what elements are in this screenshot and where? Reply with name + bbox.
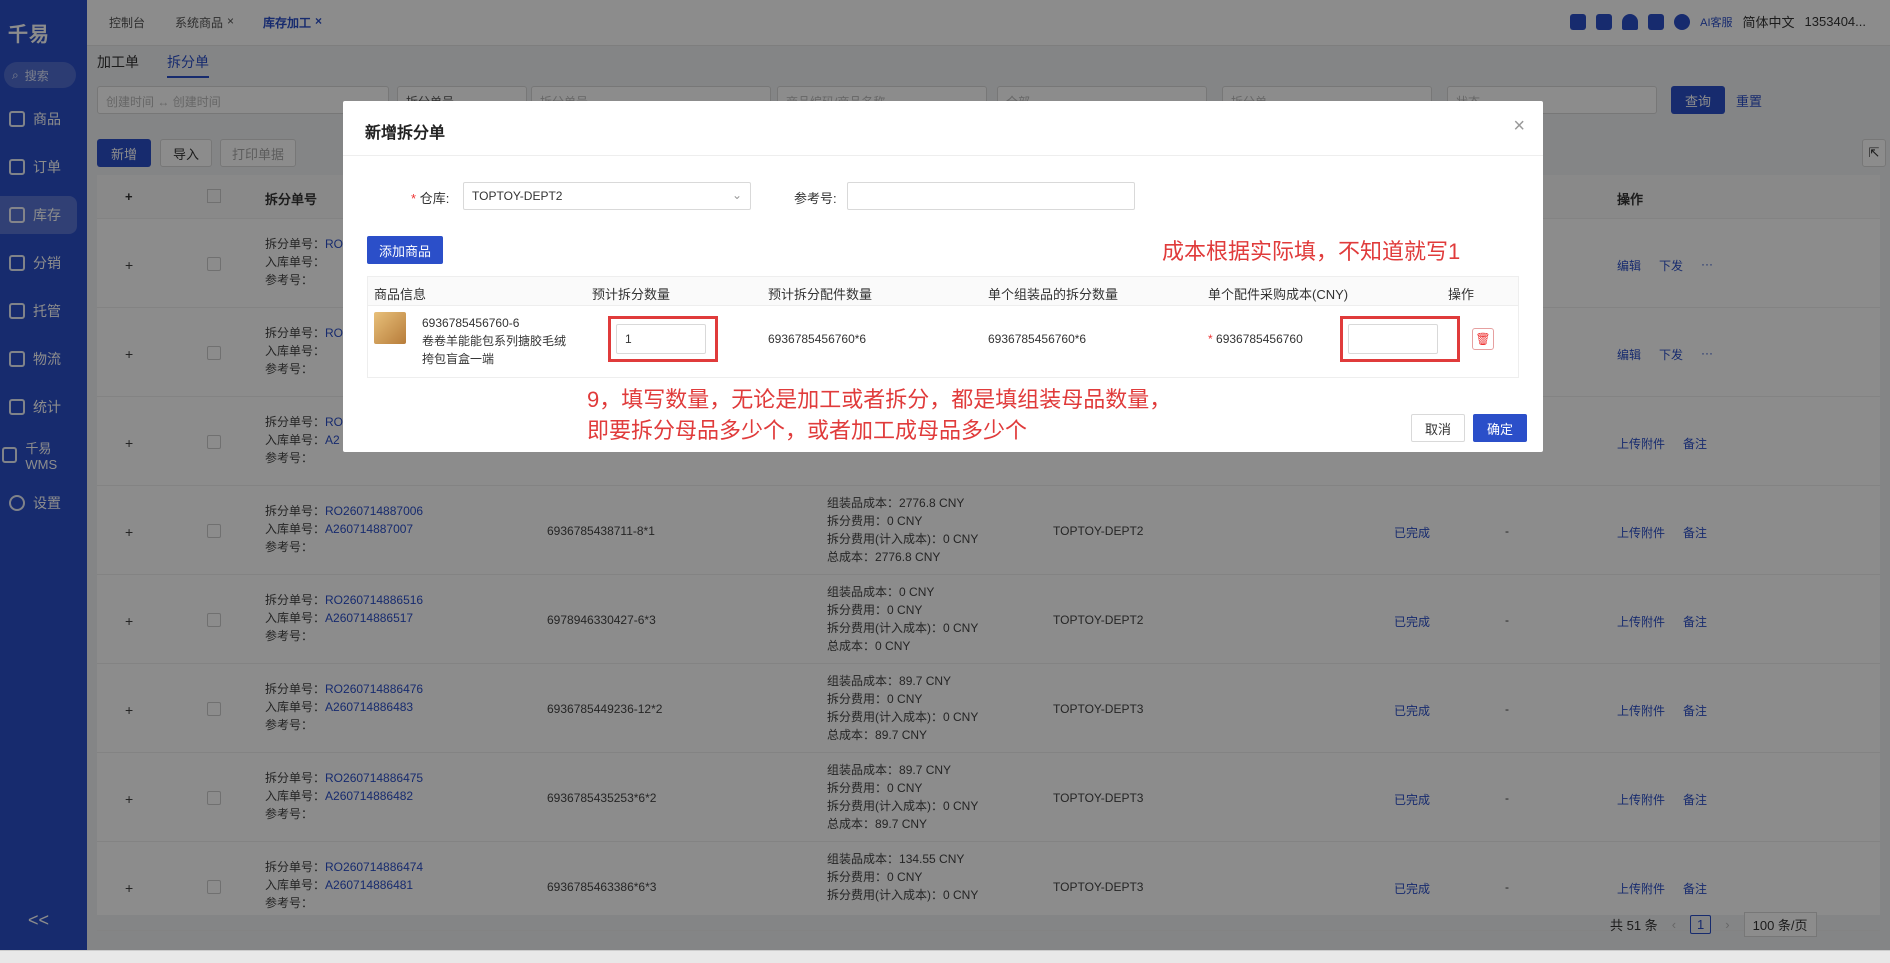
- reference-input[interactable]: [847, 182, 1135, 210]
- column-ops: 操作: [1448, 287, 1475, 302]
- column-unit-cost: 单个配件采购成本(CNY): [1208, 287, 1349, 302]
- trash-icon[interactable]: 🗑: [1472, 328, 1494, 350]
- product-table-header: 商品信息 预计拆分数量 预计拆分配件数量 单个组装品的拆分数量 单个配件采购成本…: [367, 276, 1519, 306]
- annotation-cost-note: 成本根据实际填，不知道就写1: [1162, 239, 1461, 264]
- taskbar-strip: [0, 950, 1890, 963]
- warehouse-label: * 仓库:: [411, 191, 450, 206]
- product-info: 6936785456760-6 卷卷羊能能包系列搪胶毛绒 挎包盲盒一端: [422, 316, 567, 366]
- cost-code: * 6936785456760: [1208, 332, 1303, 346]
- reference-label: 参考号:: [794, 191, 837, 206]
- divider: [343, 155, 1543, 156]
- cancel-button[interactable]: 取消: [1411, 414, 1465, 442]
- unit-cost-input[interactable]: [1348, 324, 1438, 354]
- product-row: 6936785456760-6 卷卷羊能能包系列搪胶毛绒 挎包盲盒一端 1 69…: [367, 306, 1519, 378]
- chevron-down-icon: ⌄: [731, 188, 742, 202]
- column-product-info: 商品信息: [374, 287, 427, 302]
- per-assembly-qty: 6936785456760*6: [988, 332, 1087, 346]
- column-expected-qty: 预计拆分数量: [592, 287, 671, 302]
- annotation-qty-note: 9，填写数量，无论是加工或者拆分，都是填组装母品数量， 即要拆分母品多少个，或者…: [587, 387, 1172, 443]
- confirm-button[interactable]: 确定: [1473, 414, 1527, 442]
- warehouse-select[interactable]: TOPTOY-DEPT2 ⌄: [463, 182, 751, 210]
- new-split-order-dialog: 新增拆分单 × * 仓库: TOPTOY-DEPT2 ⌄ 参考号: 添加商品 成本…: [343, 101, 1543, 452]
- column-parts-qty: 预计拆分配件数量: [768, 287, 873, 302]
- dialog-title: 新增拆分单: [365, 125, 446, 142]
- column-per-assembly: 单个组装品的拆分数量: [988, 287, 1119, 302]
- quantity-input[interactable]: 1: [616, 324, 706, 354]
- add-product-button[interactable]: 添加商品: [367, 236, 443, 264]
- parts-qty: 6936785456760*6: [768, 332, 867, 346]
- product-thumbnail: [374, 312, 406, 344]
- close-icon[interactable]: ×: [1513, 115, 1525, 138]
